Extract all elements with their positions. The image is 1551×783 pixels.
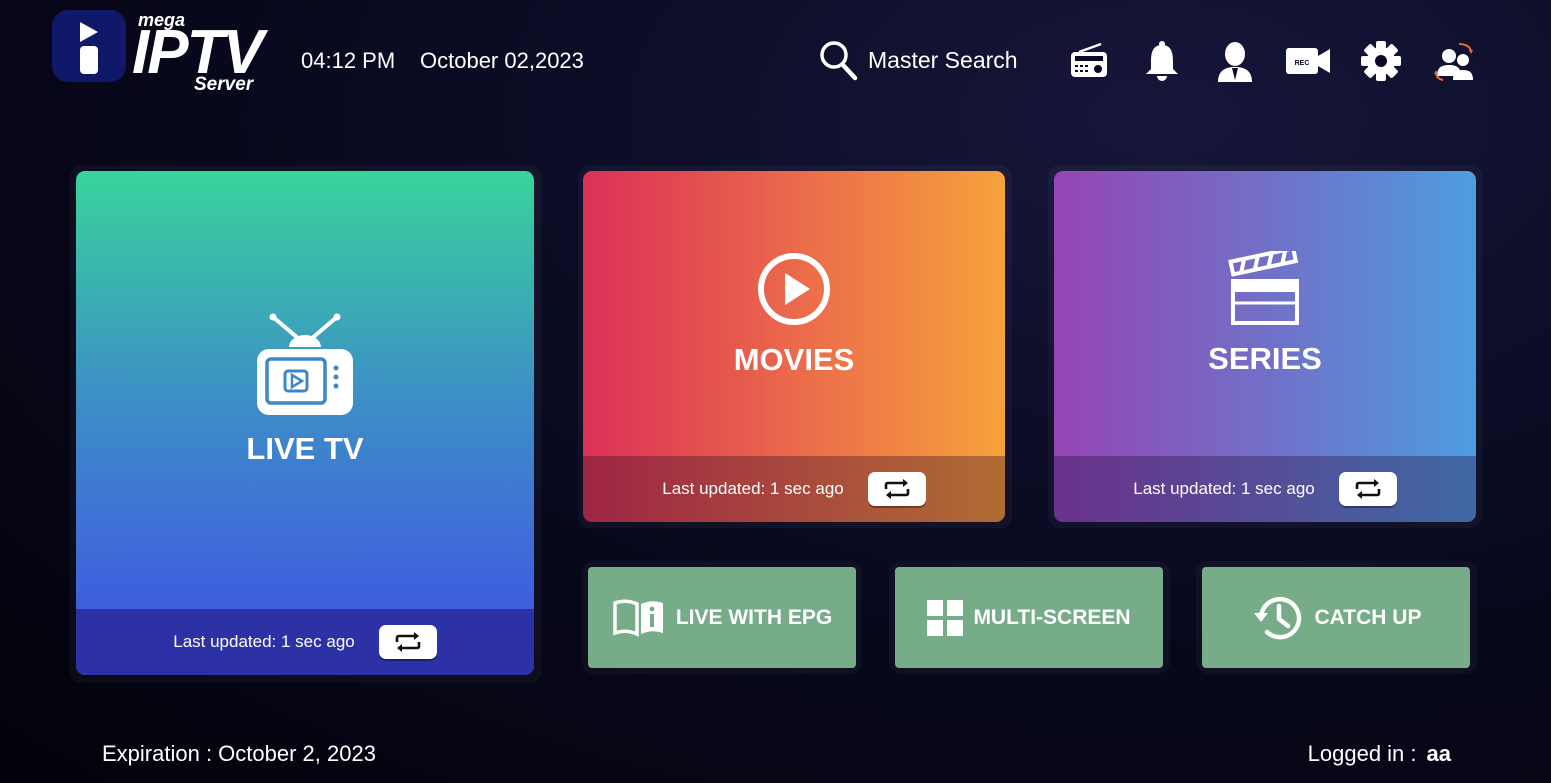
radio-icon <box>1071 42 1107 77</box>
play-circle-icon <box>758 252 830 325</box>
logged-in-user: aa <box>1426 741 1451 766</box>
master-search-label: Master Search <box>868 46 1018 73</box>
master-search-button[interactable]: Master Search <box>818 38 1018 82</box>
tv-icon <box>257 313 353 415</box>
logo-text-bottom: Server <box>194 74 254 95</box>
series-body: SERIES <box>1054 171 1476 456</box>
logo-mark-icon <box>80 22 98 74</box>
user-icon <box>1218 42 1252 82</box>
search-icon <box>820 41 858 81</box>
series-refresh-button[interactable] <box>1338 472 1397 506</box>
series-tile[interactable]: SERIES Last updated: 1 sec ago <box>1054 171 1476 522</box>
multi-screen-label: MULTI-SCREEN <box>973 605 1131 629</box>
header: mega IPTV Server 04:12 PM October 02,202… <box>0 0 1551 130</box>
movies-refresh-button[interactable] <box>867 472 926 506</box>
series-updated: Last updated: 1 sec ago <box>1133 479 1315 498</box>
refresh-icon <box>395 632 421 652</box>
live-tv-refresh-button[interactable] <box>378 625 437 659</box>
switch-user-icon <box>1434 43 1473 81</box>
live-with-epg-button[interactable]: LIVE WITH EPG <box>588 567 856 668</box>
clock-time: 04:12 PM <box>301 48 396 73</box>
live-tv-title: LIVE TV <box>246 431 364 466</box>
movies-footer: Last updated: 1 sec ago <box>583 456 1005 522</box>
book-info-icon <box>613 599 663 637</box>
clapperboard-icon <box>1228 250 1299 325</box>
movies-updated: Last updated: 1 sec ago <box>662 479 844 498</box>
gear-icon <box>1361 41 1401 81</box>
expiration-text: Expiration : October 2, 2023 <box>102 741 376 766</box>
grid-icon <box>927 599 964 636</box>
notifications-button[interactable] <box>1139 38 1185 84</box>
catch-up-label: CATCH UP <box>1314 605 1422 629</box>
svg-text:REC: REC <box>1295 60 1310 67</box>
movies-tile[interactable]: MOVIES Last updated: 1 sec ago <box>583 171 1005 522</box>
recordings-button[interactable]: REC <box>1285 38 1331 84</box>
catch-up-button[interactable]: CATCH UP <box>1202 567 1470 668</box>
logo-badge <box>52 10 126 82</box>
refresh-icon <box>884 479 910 499</box>
live-tv-body: LIVE TV <box>76 171 534 609</box>
record-icon: REC <box>1286 48 1330 74</box>
app-logo: mega IPTV Server <box>50 8 280 96</box>
live-with-epg-label: LIVE WITH EPG <box>675 605 833 629</box>
logged-in-status: Logged in : aa <box>1308 741 1451 767</box>
clock-date: October 02,2023 <box>420 48 584 73</box>
movies-body: MOVIES <box>583 171 1005 456</box>
live-tv-tile[interactable]: LIVE TV Last updated: 1 sec ago <box>76 171 534 675</box>
radio-button[interactable] <box>1066 38 1112 84</box>
bell-icon <box>1146 41 1178 81</box>
live-tv-updated: Last updated: 1 sec ago <box>173 632 355 651</box>
movies-title: MOVIES <box>733 341 855 377</box>
account-button[interactable] <box>1212 38 1258 84</box>
logged-in-label: Logged in : <box>1307 741 1417 766</box>
series-title: SERIES <box>1208 340 1322 376</box>
series-footer: Last updated: 1 sec ago <box>1054 456 1476 522</box>
settings-button[interactable] <box>1358 38 1404 84</box>
multi-screen-button[interactable]: MULTI-SCREEN <box>895 567 1163 668</box>
history-icon <box>1253 596 1301 639</box>
live-tv-footer: Last updated: 1 sec ago <box>76 609 534 675</box>
refresh-icon <box>1355 479 1381 499</box>
switch-user-button[interactable] <box>1432 38 1478 84</box>
